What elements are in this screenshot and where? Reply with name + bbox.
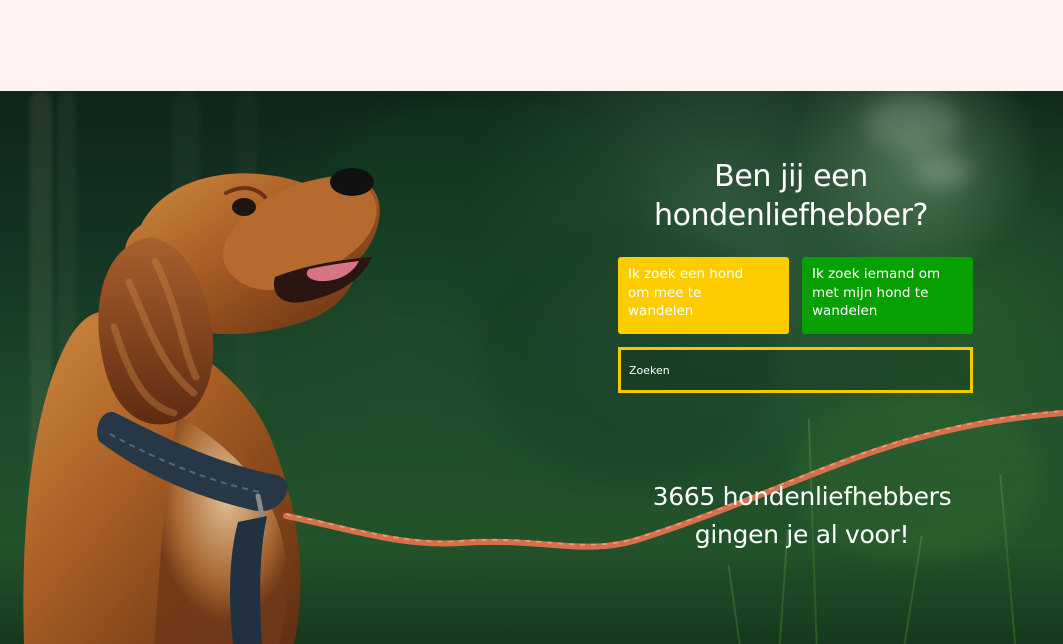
search-field-wrapper <box>618 347 973 393</box>
top-bar <box>0 0 1063 91</box>
hero-title: Ben jij een hondenliefhebber? <box>653 159 929 233</box>
hero-section: Ben jij een hondenliefhebber? Ik zoek ee… <box>0 91 1063 644</box>
find-dog-button[interactable]: Ik zoek een hond om mee te wandelen <box>618 257 789 334</box>
find-walker-button[interactable]: Ik zoek iemand om met mijn hond te wande… <box>802 257 973 334</box>
find-walker-button-label: Ik zoek iemand om met mijn hond te wande… <box>812 266 941 319</box>
page: Ben jij een hondenliefhebber? Ik zoek ee… <box>0 0 1063 644</box>
find-dog-button-label: Ik zoek een hond om mee te wandelen <box>628 266 744 319</box>
search-input[interactable] <box>621 350 970 390</box>
dog-nose <box>330 168 374 196</box>
dog-lovers-counter: 3665 hondenliefhebbers gingen je al voor… <box>652 482 952 549</box>
dog-eye <box>232 198 256 216</box>
